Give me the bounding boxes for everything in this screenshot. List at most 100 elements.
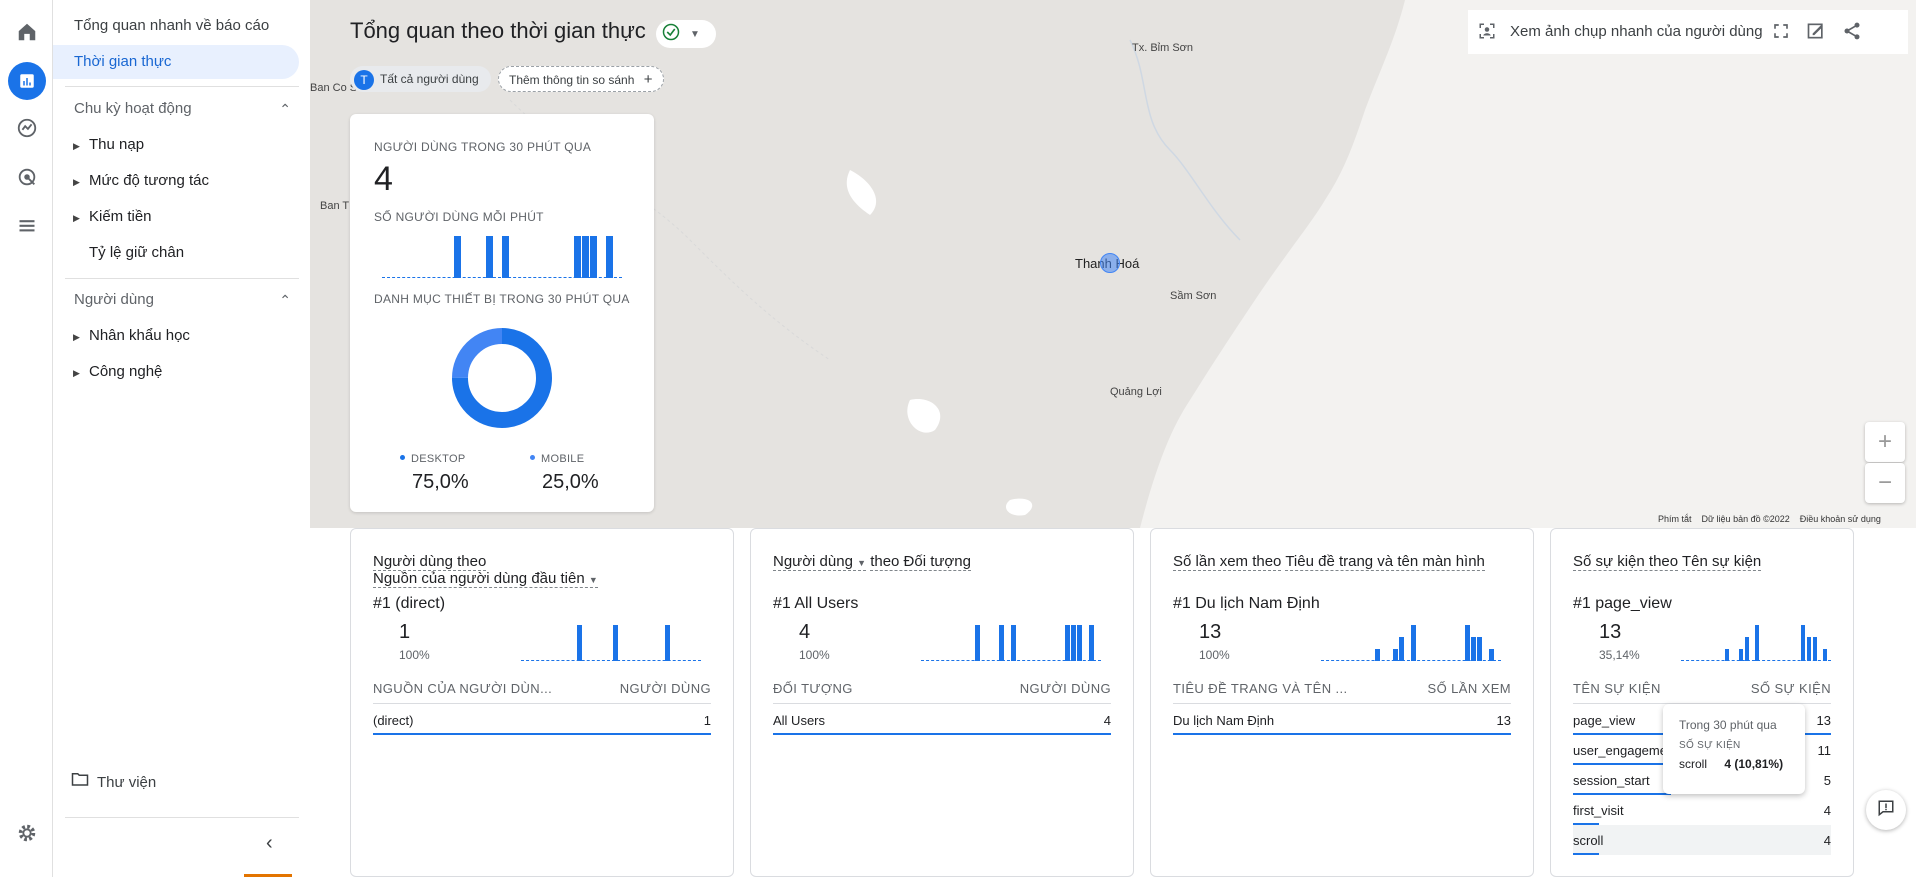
column-header-metric: NGƯỜI DÙNG: [619, 681, 711, 696]
tooltip-value: 4 (10,81%): [1724, 757, 1784, 771]
sparkline-chart[interactable]: [1681, 625, 1831, 661]
spark-bar: [1823, 649, 1827, 661]
card-title-metric[interactable]: Số sự kiện theo: [1573, 553, 1679, 571]
expand-arrow-icon: ▶: [73, 368, 80, 378]
collapse-nav-icon[interactable]: ‹: [266, 832, 273, 855]
nav-item-acquisition[interactable]: ▶ Thu nạp: [73, 130, 144, 160]
minute-bar: [606, 236, 613, 278]
metric-label: Người dùng: [773, 553, 853, 570]
folder-icon: [71, 770, 89, 796]
spark-bar: [1071, 625, 1076, 661]
minute-bar: [582, 236, 589, 278]
row-label: (direct): [373, 713, 414, 728]
nav-item-library[interactable]: Thư viện: [71, 770, 156, 796]
spark-bar: [1725, 649, 1729, 661]
card-event-count: Số sự kiện theo Tên sự kiện #1 page_view…: [1550, 528, 1854, 877]
table-row[interactable]: first_visit 4: [1573, 795, 1831, 825]
top-value: 13: [1199, 621, 1222, 643]
spark-bar: [1755, 625, 1759, 661]
table-row[interactable]: (direct) 1: [373, 705, 711, 735]
home-icon[interactable]: [12, 17, 42, 47]
nav-item-demographics[interactable]: ▶ Nhân khẩu học: [73, 321, 190, 351]
feedback-button[interactable]: [1866, 790, 1906, 830]
column-header-metric: NGƯỜI DÙNG: [1019, 681, 1111, 696]
nav-item-label: Mức độ tương tác: [89, 172, 209, 189]
map-terms-link[interactable]: Điều khoản sử dụng: [1800, 514, 1881, 524]
column-header-dimension: TIÊU ĐỀ TRANG VÀ TÊN ...: [1173, 681, 1348, 696]
chevron-up-icon: ⌃: [279, 101, 291, 117]
row-proportion-bar: [773, 733, 1111, 735]
table-row[interactable]: All Users 4: [773, 705, 1111, 735]
user-location-marker[interactable]: [1100, 253, 1120, 273]
row-label: page_view: [1573, 713, 1636, 728]
nav-section-lifecycle-label: Chu kỳ hoạt động: [74, 100, 192, 117]
minute-bar: [454, 236, 461, 278]
feedback-icon: [1877, 799, 1895, 822]
comparison-status-button[interactable]: ▼: [656, 20, 716, 48]
view-user-snapshot-button[interactable]: Xem ảnh chụp nhanh của người dùng: [1510, 23, 1763, 40]
realtime-users-card: NGƯỜI DÙNG TRONG 30 PHÚT QUA 4 SỐ NGƯỜI …: [350, 114, 654, 512]
reports-icon[interactable]: [8, 62, 46, 100]
spark-bar: [1399, 637, 1404, 661]
zoom-in-button[interactable]: +: [1865, 422, 1905, 462]
dimension-selector[interactable]: Nguồn của người dùng đầu tiên ▼: [373, 570, 598, 588]
device-donut-chart[interactable]: [450, 326, 554, 430]
edit-report-icon[interactable]: [1806, 21, 1826, 46]
minute-bar: [590, 236, 597, 278]
users-per-minute-label: SỐ NGƯỜI DÙNG MỖI PHÚT: [374, 210, 544, 224]
card-title-dimension[interactable]: Tiêu đề trang và tên màn hình: [1285, 553, 1485, 571]
row-label: Du lịch Nam Định: [1173, 713, 1275, 728]
top-rank: #1 page_view: [1573, 595, 1672, 612]
card-title: Số sự kiện theo Tên sự kiện: [1573, 553, 1762, 571]
users-per-minute-chart[interactable]: [382, 236, 622, 278]
row-value: 5: [1823, 773, 1831, 788]
legend-mobile: MOBILE 25,0%: [530, 449, 599, 494]
add-comparison-label: Thêm thông tin so sánh: [509, 73, 635, 87]
row-value: 4: [1823, 833, 1831, 848]
share-icon[interactable]: [1842, 21, 1862, 46]
spark-bar: [1813, 637, 1817, 661]
sparkline-chart[interactable]: [1321, 625, 1501, 661]
spark-bar: [1465, 625, 1470, 661]
table-row[interactable]: Du lịch Nam Định 13: [1173, 705, 1511, 735]
header-divider: [773, 703, 1111, 704]
card-title-dimension[interactable]: Tên sự kiện: [1682, 553, 1762, 571]
configure-icon[interactable]: [12, 211, 42, 241]
card-title-dimension[interactable]: theo Đối tượng: [870, 553, 971, 571]
expand-arrow-icon: ▶: [73, 332, 80, 342]
nav-section-lifecycle[interactable]: Chu kỳ hoạt động ⌃: [74, 94, 299, 124]
explore-icon[interactable]: [12, 113, 42, 143]
settings-gear-icon[interactable]: [12, 818, 42, 848]
add-comparison-chip[interactable]: Thêm thông tin so sánh +: [498, 66, 664, 92]
mobile-label: MOBILE: [541, 453, 585, 465]
sparkline-chart[interactable]: [921, 625, 1101, 661]
sparkline-chart[interactable]: [521, 625, 701, 661]
table-row-hovered[interactable]: scroll 4: [1573, 825, 1831, 855]
fullscreen-icon[interactable]: [1772, 22, 1790, 45]
zoom-out-button[interactable]: −: [1865, 463, 1905, 503]
spark-bar: [975, 625, 980, 661]
card-title: Số lần xem theo Tiêu đề trang và tên màn…: [1173, 553, 1485, 571]
dimension-label: Nguồn của người dùng đầu tiên: [373, 570, 585, 587]
metric-selector[interactable]: Người dùng ▼: [773, 553, 867, 571]
user-snapshot-icon: [1478, 22, 1496, 45]
dropdown-arrow-icon: ▼: [857, 558, 867, 568]
map-keyboard-shortcuts[interactable]: Phím tắt: [1658, 514, 1692, 524]
card-title-metric[interactable]: Người dùng theo: [373, 553, 487, 571]
nav-item-overview[interactable]: Tổng quan nhanh về báo cáo: [53, 9, 299, 43]
hover-tooltip: Trong 30 phút qua SỐ SỰ KIỆN scroll 4 (1…: [1663, 704, 1805, 794]
nav-item-monetization[interactable]: ▶ Kiếm tiền: [73, 202, 152, 232]
map-place-label: Ban T: [320, 200, 350, 212]
card-title-metric[interactable]: Số lần xem theo: [1173, 553, 1282, 571]
advertising-icon[interactable]: [12, 162, 42, 192]
segment-chip-all-users[interactable]: T Tất cả người dùng: [350, 66, 491, 92]
tooltip-metric: SỐ SỰ KIỆN: [1679, 740, 1741, 751]
nav-item-realtime[interactable]: Thời gian thực: [53, 45, 299, 79]
nav-section-users[interactable]: Người dùng ⌃: [74, 285, 299, 315]
nav-section-users-label: Người dùng: [74, 291, 154, 308]
nav-item-tech[interactable]: ▶ Công nghệ: [73, 357, 162, 387]
nav-item-retention[interactable]: Tỷ lệ giữ chân: [73, 238, 184, 268]
card-title: Người dùng ▼ theo Đối tượng: [773, 553, 971, 571]
nav-item-engagement[interactable]: ▶ Mức độ tương tác: [73, 166, 209, 196]
tooltip-name: scroll: [1679, 757, 1708, 771]
